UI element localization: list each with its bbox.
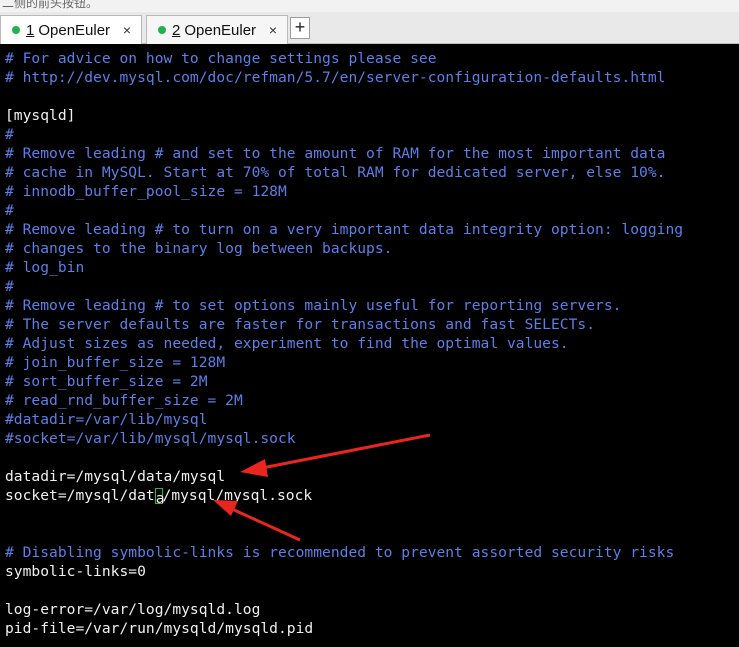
terminal-line: # For advice on how to change settings p… (5, 50, 437, 67)
close-icon[interactable]: × (269, 22, 277, 38)
terminal-line: # changes to the binary log between back… (5, 240, 393, 257)
tab-number: 2 (172, 21, 181, 39)
terminal-line: # The server defaults are faster for tra… (5, 316, 596, 333)
new-tab-button[interactable]: + (290, 17, 310, 39)
terminal-line: #socket=/var/lib/mysql/mysql.sock (5, 430, 296, 447)
terminal-line: # http://dev.mysql.com/doc/refman/5.7/en… (5, 69, 666, 86)
terminal-line: pid-file=/var/run/mysqld/mysqld.pid (5, 620, 314, 637)
connection-status-icon (12, 26, 20, 34)
tab-openeuler-1[interactable]: 1 OpenEuler × (0, 15, 142, 44)
terminal-line: # Disabling symbolic-links is recommende… (5, 544, 675, 561)
terminal-line: # join_buffer_size = 128M (5, 354, 226, 371)
tab-openeuler-2[interactable]: 2 OpenEuler × (146, 15, 288, 44)
terminal-line: #datadir=/var/lib/mysql (5, 411, 208, 428)
terminal-text: /mysql/mysql.sock (162, 487, 313, 504)
terminal-pane[interactable]: # For advice on how to change settings p… (0, 44, 739, 647)
terminal-line: # read_rnd_buffer_size = 2M (5, 392, 243, 409)
terminal-line: # Adjust sizes as needed, experiment to … (5, 335, 569, 352)
terminal-line: datadir=/mysql/data/mysql (5, 468, 226, 485)
terminal-line: [mysqld] (5, 107, 76, 124)
terminal-line: # Remove leading # to turn on a very imp… (5, 221, 684, 238)
close-icon[interactable]: × (123, 22, 131, 38)
terminal-line: # Remove leading # to set options mainly… (5, 297, 622, 314)
connection-status-icon (158, 26, 166, 34)
tab-bar: 1 OpenEuler × 2 OpenEuler × + (0, 12, 739, 44)
terminal-text: socket=/mysql/dat (5, 487, 155, 504)
terminal-line: symbolic-links=0 (5, 563, 146, 580)
terminal-line: # (5, 278, 14, 295)
terminal-line: log-error=/var/log/mysqld.log (5, 601, 261, 618)
top-strip-text: 二侧的前头按钮。 (2, 0, 99, 10)
tab-label: OpenEuler (38, 21, 111, 39)
terminal-line: # Remove leading # and set to the amount… (5, 145, 666, 162)
terminal-line: # cache in MySQL. Start at 70% of total … (5, 164, 666, 181)
window-top-strip: 二侧的前头按钮。 (0, 0, 739, 12)
terminal-line: socket=/mysql/data/mysql/mysql.sock (5, 486, 313, 507)
terminal-line: # log_bin (5, 259, 85, 276)
terminal-line: # innodb_buffer_pool_size = 128M (5, 183, 287, 200)
terminal-line: # (5, 126, 14, 143)
tab-label: OpenEuler (184, 21, 257, 39)
terminal-line: # (5, 202, 14, 219)
tab-number: 1 (26, 21, 35, 39)
terminal-line: # sort_buffer_size = 2M (5, 373, 208, 390)
